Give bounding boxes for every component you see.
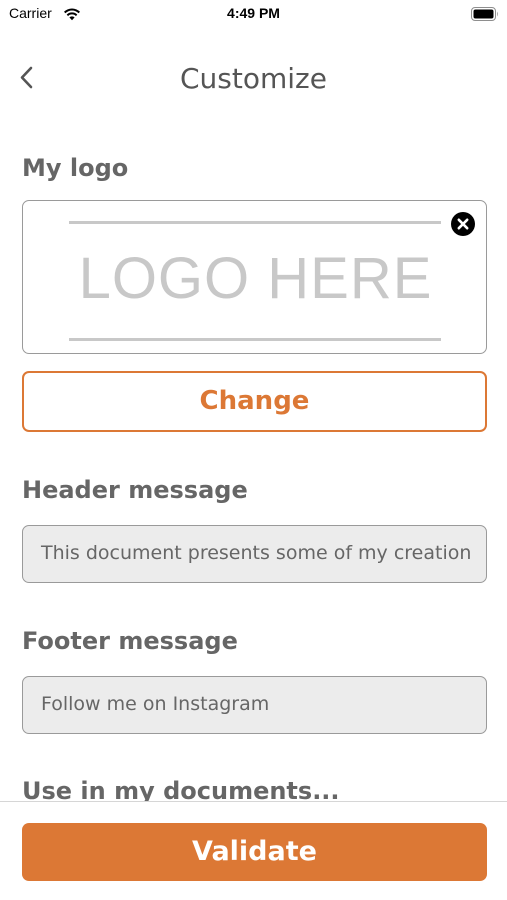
change-logo-button[interactable]: Change xyxy=(22,371,487,432)
validate-button[interactable]: Validate xyxy=(22,823,487,881)
battery-icon xyxy=(471,6,499,25)
logo-placeholder-top-line xyxy=(69,221,441,224)
status-bar: Carrier 4:49 PM xyxy=(0,0,507,30)
remove-logo-button[interactable] xyxy=(451,212,475,236)
header-message-field[interactable]: This document presents some of my creati… xyxy=(22,525,487,583)
header-message-label: Header message xyxy=(22,476,248,504)
logo-placeholder-text: LOGO HERE xyxy=(78,246,433,311)
logo-section-label: My logo xyxy=(22,154,129,182)
page-title: Customize xyxy=(180,62,327,95)
footer-message-field[interactable]: Follow me on Instagram xyxy=(22,676,487,734)
close-circle-icon xyxy=(451,212,475,236)
bottom-action-bar: Validate xyxy=(0,801,507,900)
footer-message-label: Footer message xyxy=(22,627,238,655)
navigation-bar: Customize xyxy=(0,50,507,110)
logo-preview[interactable]: LOGO HERE xyxy=(22,200,487,354)
footer-message-value: Follow me on Instagram xyxy=(41,693,270,715)
header-message-value: This document presents some of my creati… xyxy=(41,542,472,564)
logo-placeholder-bottom-line xyxy=(69,338,441,341)
clock: 4:49 PM xyxy=(227,5,280,21)
